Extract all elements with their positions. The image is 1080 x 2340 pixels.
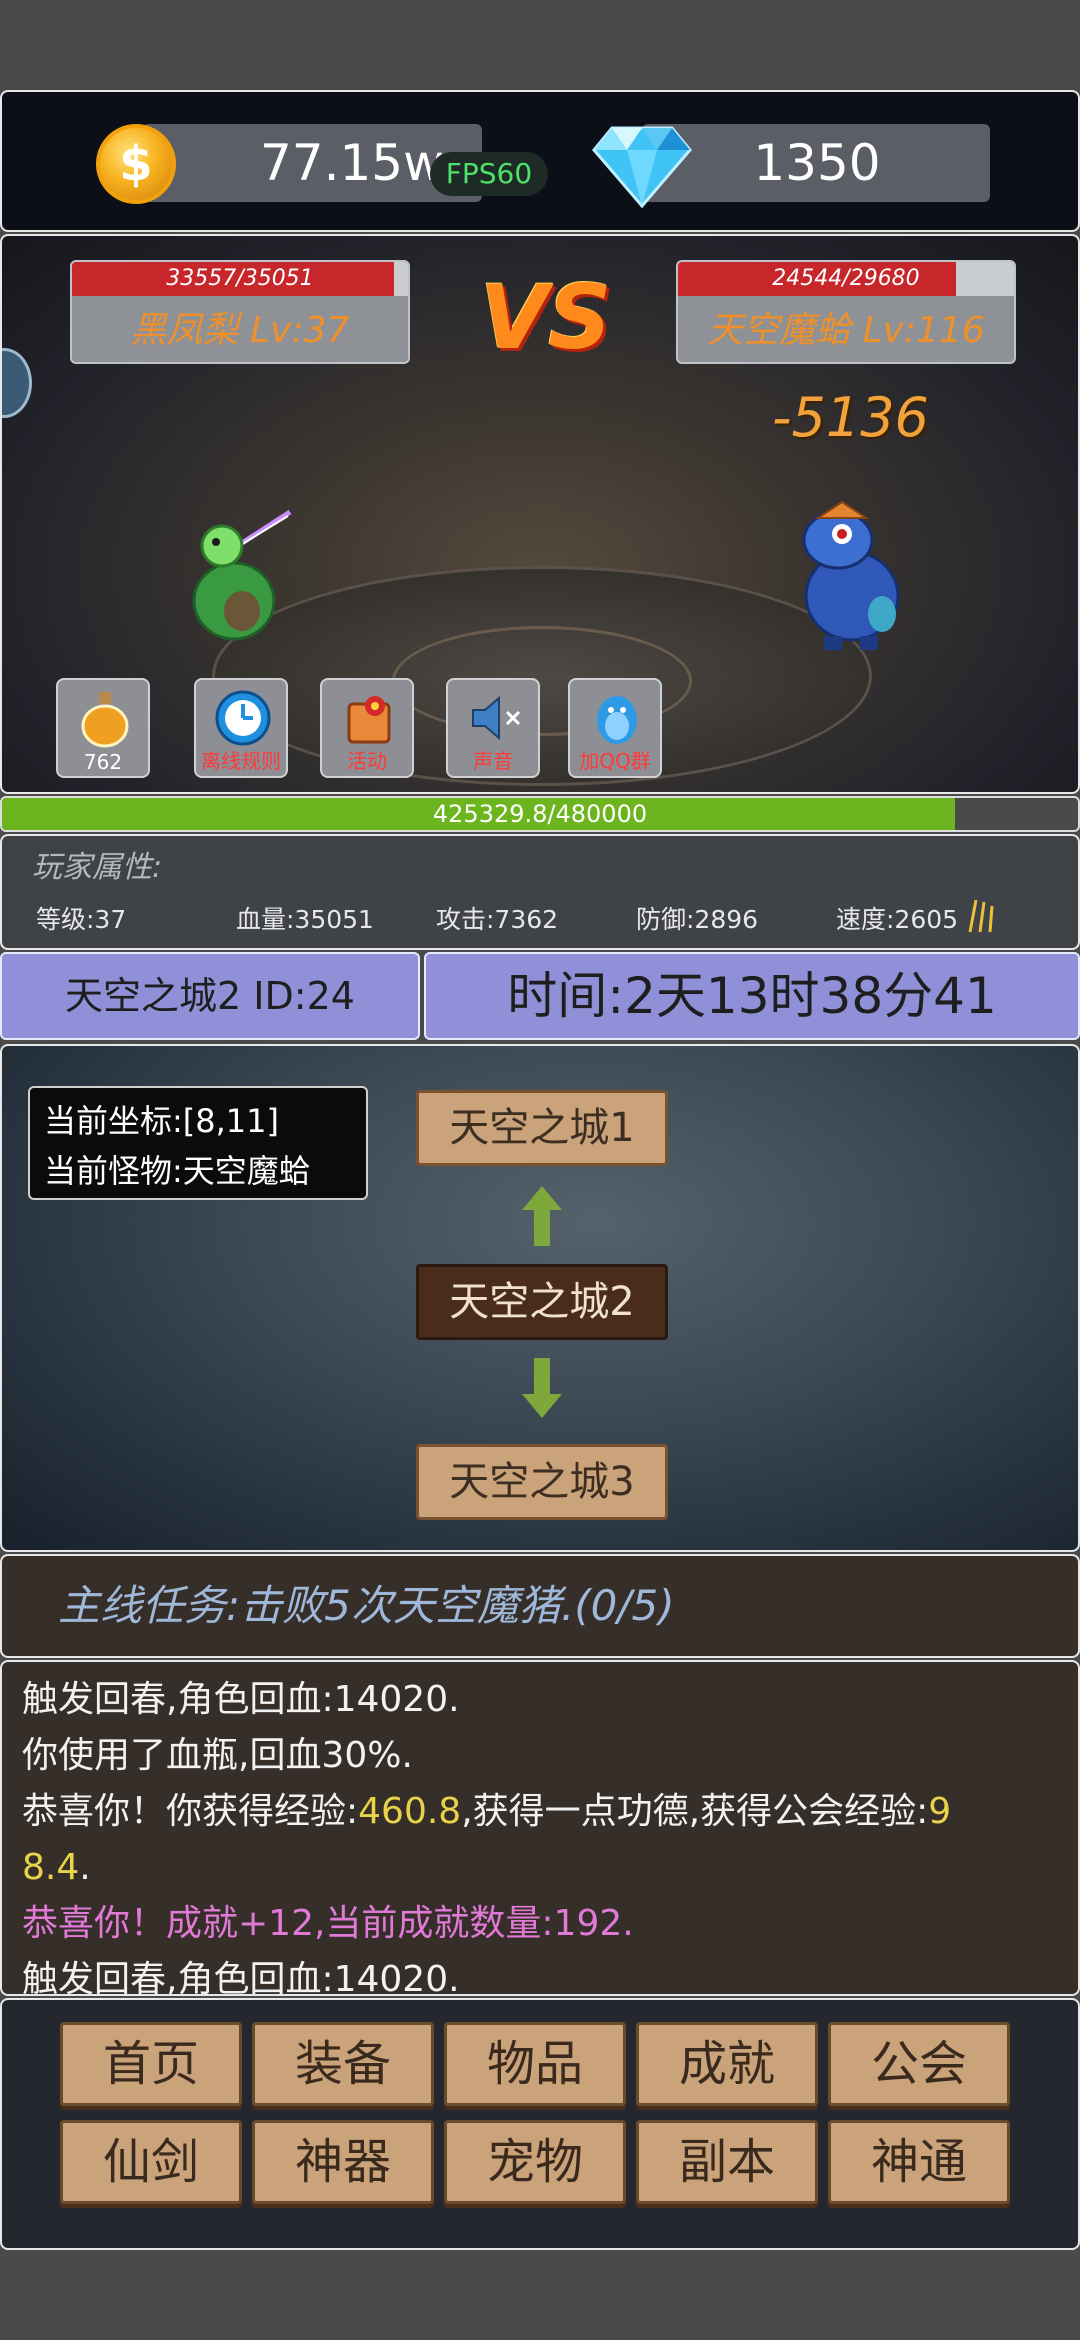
gift-icon <box>347 696 391 744</box>
diamond-pill: 1350 <box>642 124 990 202</box>
offline-rules-label: 离线规则 <box>201 749 281 773</box>
battle-log[interactable]: 触发回春,角色回血:14020. 你使用了血瓶,回血30%. 恭喜你！你获得经验… <box>0 1660 1080 1996</box>
log-guild-exp-value-cont: 8.4 <box>22 1847 80 1888</box>
attr-hp: 血量:35051 <box>236 905 374 934</box>
log-exp-value: 460.8 <box>358 1791 462 1832</box>
log-line: 你使用了血瓶,回血30%. <box>22 1735 413 1776</box>
player-name: 黑凤梨 Lv:37 <box>130 310 350 351</box>
map-area: 当前坐标:[8,11] 当前怪物:天空魔蛤 天空之城1 天空之城2 天空之城3 <box>0 1044 1080 1552</box>
exp-text: 425329.8/480000 <box>432 800 648 828</box>
player-status: 33557/35051 黑凤梨 Lv:37 <box>70 260 410 364</box>
city-1-button[interactable]: 天空之城1 <box>416 1090 668 1166</box>
attributes-title: 玩家属性: <box>32 850 163 885</box>
current-coordinate: 当前坐标:[8,11] <box>44 1102 280 1140</box>
player-attributes: 玩家属性: 等级:37 血量:35051 攻击:7362 防御:2896 速度:… <box>0 834 1080 950</box>
menu-pet-button[interactable]: 宠物 <box>444 2120 626 2204</box>
event-label: 活动 <box>347 749 387 773</box>
log-line: 触发回春,角色回血:14020. <box>22 1959 460 1996</box>
monster-sprite <box>802 500 900 650</box>
log-text: ,获得一点功德,获得公会经验: <box>461 1791 929 1832</box>
menu-dungeon-button[interactable]: 副本 <box>636 2120 818 2204</box>
speed-boost-icon <box>968 899 994 933</box>
log-line: 触发回春,角色回血:14020. <box>22 1679 460 1720</box>
log-line: 恭喜你！成就+12,当前成就数量:192. <box>22 1903 634 1944</box>
main-quest-text: 主线任务:击败5次天空魔猪.(0/5) <box>58 1581 675 1630</box>
qq-penguin-icon <box>597 696 637 744</box>
coordinate-info: 当前坐标:[8,11] 当前怪物:天空魔蛤 <box>28 1086 368 1200</box>
city-3-button[interactable]: 天空之城3 <box>416 1444 668 1520</box>
menu-home-button[interactable]: 首页 <box>60 2022 242 2106</box>
attr-defense: 防御:2896 <box>636 905 759 934</box>
log-text: . <box>79 1847 91 1888</box>
exp-bar: 425329.8/480000 <box>0 796 1080 832</box>
sound-label: 声音 <box>473 749 513 773</box>
fps-badge: FPS60 <box>430 152 548 196</box>
current-map-name: 天空之城2 ID:24 <box>0 952 420 1040</box>
enemy-status: 24544/29680 天空魔蛤 Lv:116 <box>676 260 1016 364</box>
enemy-hp-text: 24544/29680 <box>772 266 920 291</box>
elapsed-time: 时间:2天13时38分41 <box>424 952 1080 1040</box>
menu-sword-button[interactable]: 仙剑 <box>60 2120 242 2204</box>
currency-bar: 77.15w $ FPS60 1350 <box>0 90 1080 232</box>
gold-coin-icon: $ <box>96 124 176 204</box>
bottom-menu: 首页 装备 物品 成就 公会 仙剑 神器 宠物 副本 神通 <box>0 1998 1080 2250</box>
join-qq-label: 加QQ群 <box>579 749 651 773</box>
sound-button[interactable]: 声音 <box>446 678 540 778</box>
menu-guild-button[interactable]: 公会 <box>828 2022 1010 2106</box>
arrow-down-icon <box>522 1358 562 1418</box>
menu-achievements-button[interactable]: 成就 <box>636 2022 818 2106</box>
attr-speed: 速度:2605 <box>836 905 959 934</box>
vs-label: VS <box>480 266 612 369</box>
menu-equipment-button[interactable]: 装备 <box>252 2022 434 2106</box>
side-menu-handle-icon[interactable] <box>2 348 32 418</box>
enemy-name: 天空魔蛤 Lv:116 <box>707 310 985 351</box>
hero-sprite <box>192 509 292 641</box>
diamond-icon <box>592 126 692 208</box>
diamond-amount: 1350 <box>753 134 881 192</box>
join-qq-button[interactable]: 加QQ群 <box>568 678 662 778</box>
event-button[interactable]: 活动 <box>320 678 414 778</box>
menu-skills-button[interactable]: 神通 <box>828 2120 1010 2204</box>
city-2-button[interactable]: 天空之城2 <box>416 1264 668 1340</box>
gold-pill: 77.15w <box>142 124 482 202</box>
arrow-up-icon <box>522 1186 562 1246</box>
battle-scene: 33557/35051 黑凤梨 Lv:37 VS 24544/29680 天空魔… <box>0 234 1080 794</box>
player-hp-text: 33557/35051 <box>166 266 314 291</box>
main-quest[interactable]: 主线任务:击败5次天空魔猪.(0/5) <box>0 1554 1080 1658</box>
attr-attack: 攻击:7362 <box>436 905 559 934</box>
attr-level: 等级:37 <box>36 905 127 934</box>
clock-icon <box>215 690 271 746</box>
damage-number: -5136 <box>772 386 929 449</box>
log-line: 恭喜你！你获得经验:460.8,获得一点功德,获得公会经验:9 <box>22 1784 1062 1840</box>
log-line: 8.4. <box>22 1840 1062 1896</box>
menu-items-button[interactable]: 物品 <box>444 2022 626 2106</box>
speaker-muted-icon <box>472 695 521 741</box>
potion-count: 762 <box>83 750 123 774</box>
potion-button[interactable]: 762 <box>56 678 150 778</box>
menu-artifact-button[interactable]: 神器 <box>252 2120 434 2204</box>
log-guild-exp-value: 9 <box>928 1791 952 1832</box>
offline-rules-button[interactable]: 离线规则 <box>194 678 288 778</box>
log-text: 恭喜你！你获得经验: <box>22 1791 359 1832</box>
potion-icon <box>81 692 129 748</box>
current-monster: 当前怪物:天空魔蛤 <box>44 1152 311 1190</box>
